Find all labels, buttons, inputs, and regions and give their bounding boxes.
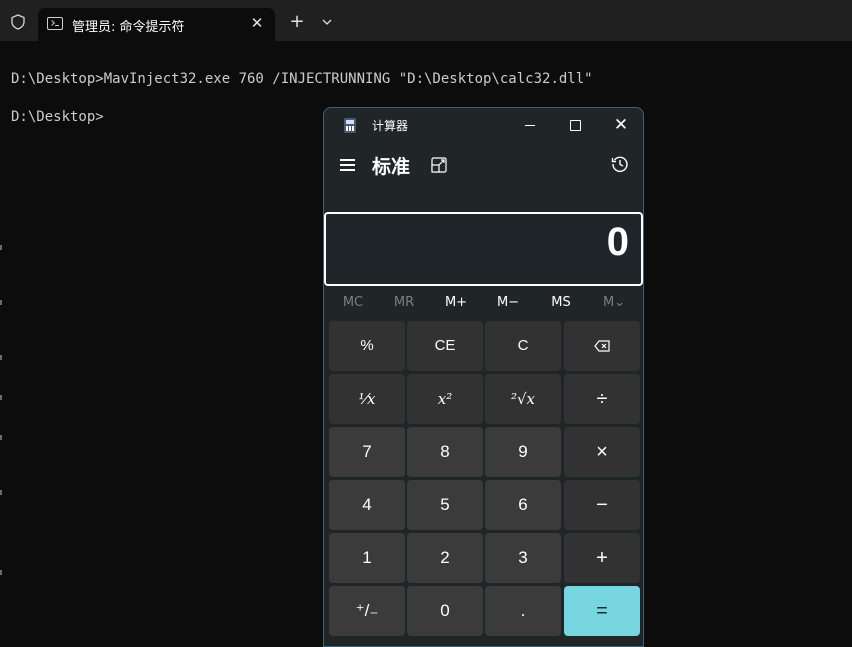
decimal-button[interactable]: . xyxy=(485,586,561,636)
chevron-down-icon[interactable] xyxy=(318,12,336,32)
digit-4-button[interactable]: 4 xyxy=(329,480,405,530)
multiply-button[interactable]: × xyxy=(564,427,640,477)
new-tab-button[interactable]: + xyxy=(287,12,307,32)
hamburger-menu-icon[interactable] xyxy=(340,158,356,172)
shield-icon xyxy=(11,14,25,30)
digit-9-button[interactable]: 9 xyxy=(485,427,561,477)
display-value: 0 xyxy=(606,220,629,264)
command-prompt-icon xyxy=(47,17,63,30)
clear-entry-button[interactable]: CE xyxy=(407,321,483,371)
digit-7-button[interactable]: 7 xyxy=(329,427,405,477)
close-tab-icon[interactable]: ✕ xyxy=(248,13,266,33)
memory-list-button[interactable]: M⌄ xyxy=(594,292,634,314)
divide-button[interactable]: ÷ xyxy=(564,374,640,424)
digit-0-button[interactable]: 0 xyxy=(407,586,483,636)
history-icon[interactable] xyxy=(611,155,629,173)
calculator-app-icon xyxy=(344,118,356,133)
negate-button[interactable]: ⁺/₋ xyxy=(329,586,405,636)
memory-row: MC MR M+ M− MS M⌄ xyxy=(324,292,643,314)
digit-6-button[interactable]: 6 xyxy=(485,480,561,530)
digit-8-button[interactable]: 8 xyxy=(407,427,483,477)
equals-button[interactable]: = xyxy=(564,586,640,636)
memory-store-button[interactable]: MS xyxy=(541,292,581,314)
square-label: x² xyxy=(437,390,453,408)
memory-recall-button[interactable]: MR xyxy=(384,292,424,314)
percent-button[interactable]: % xyxy=(329,321,405,371)
square-button[interactable]: x² xyxy=(407,374,483,424)
subtract-button[interactable]: − xyxy=(564,480,640,530)
reciprocal-label: ⅟x xyxy=(358,390,376,408)
square-root-label: ²√x xyxy=(510,390,536,408)
calculator-display: 0 xyxy=(324,212,643,286)
terminal-line-command: D:\Desktop>MavInject32.exe 760 /INJECTRU… xyxy=(11,71,593,87)
clear-button[interactable]: C xyxy=(485,321,561,371)
reciprocal-button[interactable]: ⅟x xyxy=(329,374,405,424)
digit-5-button[interactable]: 5 xyxy=(407,480,483,530)
square-root-button[interactable]: ²√x xyxy=(485,374,561,424)
memory-clear-button[interactable]: MC xyxy=(333,292,373,314)
add-button[interactable]: + xyxy=(564,533,640,583)
calculator-mode-title: 标准 xyxy=(372,156,411,178)
close-button[interactable]: ✕ xyxy=(606,112,636,138)
memory-subtract-button[interactable]: M− xyxy=(488,292,528,314)
maximize-button[interactable] xyxy=(560,112,590,138)
calculator-window: 计算器 ✕ 标准 0 MC MR M+ M− MS M⌄ % CE C ⅟x x… xyxy=(323,107,644,647)
keep-on-top-icon[interactable] xyxy=(431,157,447,173)
digit-2-button[interactable]: 2 xyxy=(407,533,483,583)
background-window-edge xyxy=(0,245,3,625)
backspace-icon xyxy=(594,340,610,352)
tab-title: 管理员: 命令提示符 xyxy=(72,20,185,35)
terminal-tab-bar: 管理员: 命令提示符 ✕ + xyxy=(0,0,852,41)
digit-1-button[interactable]: 1 xyxy=(329,533,405,583)
backspace-button[interactable] xyxy=(564,321,640,371)
digit-3-button[interactable]: 3 xyxy=(485,533,561,583)
memory-add-button[interactable]: M+ xyxy=(436,292,476,314)
calculator-window-title: 计算器 xyxy=(372,119,409,133)
minimize-button[interactable] xyxy=(515,112,545,138)
tab-command-prompt[interactable]: 管理员: 命令提示符 ✕ xyxy=(38,8,275,41)
